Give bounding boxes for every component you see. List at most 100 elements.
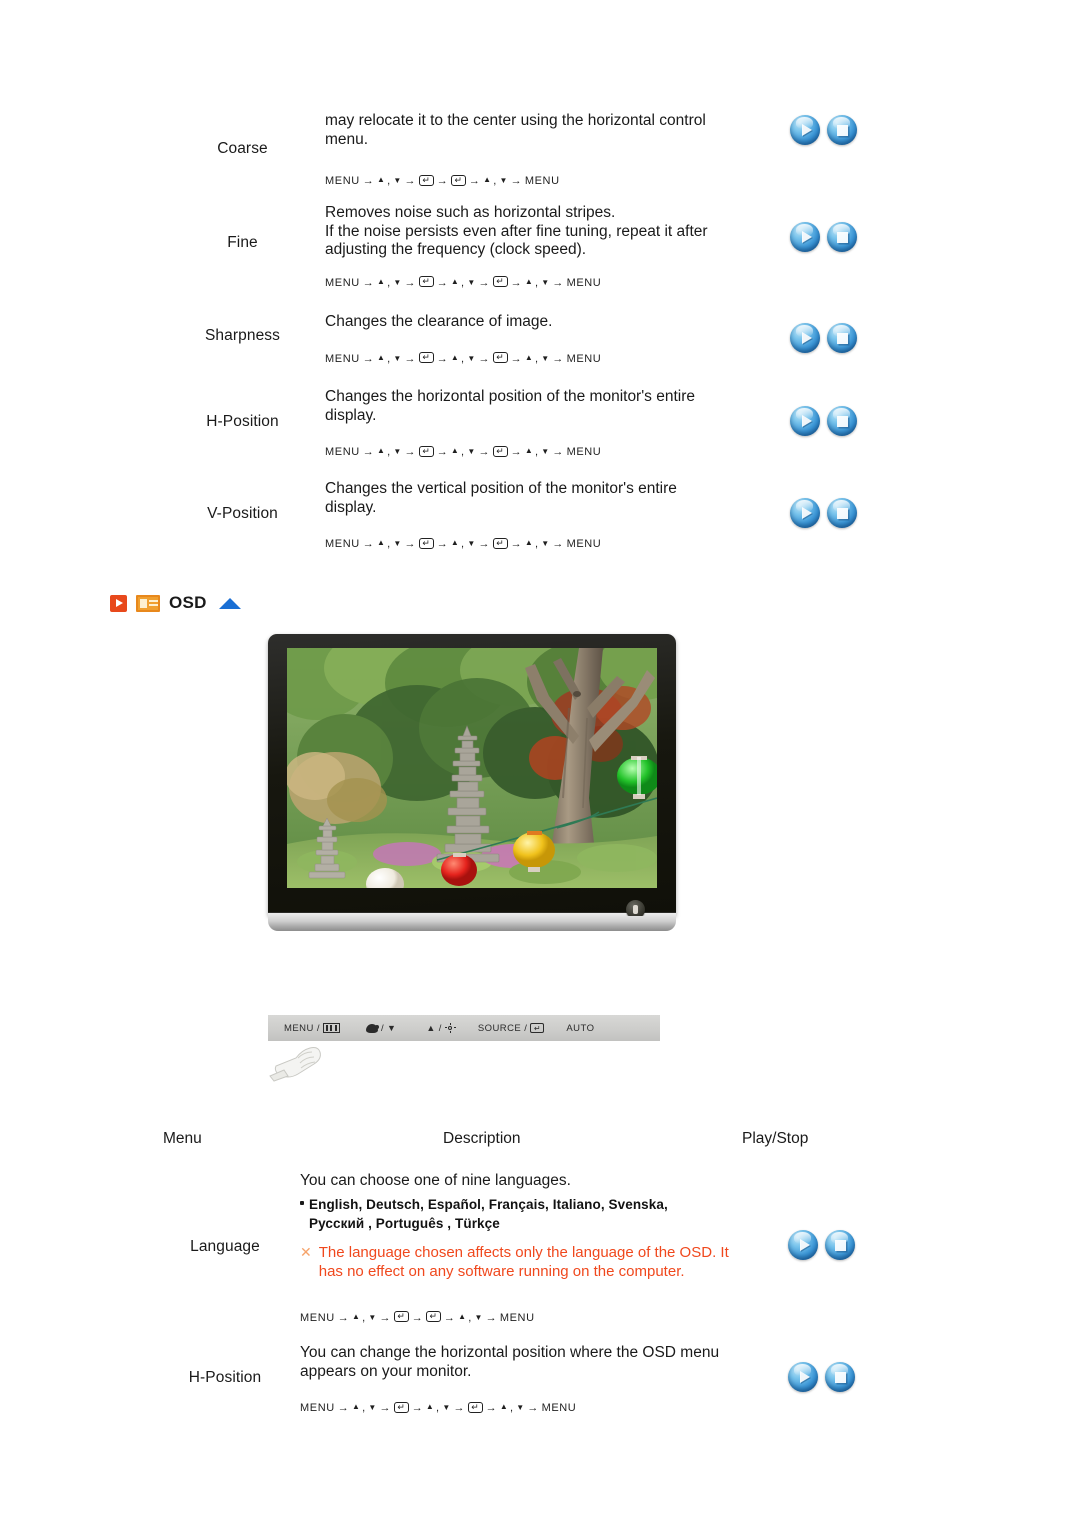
description-line: display. [325, 498, 377, 516]
hand-pointer-icon [268, 1040, 328, 1082]
power-button[interactable] [626, 900, 645, 916]
warning-x-icon: ✕ [300, 1243, 312, 1260]
stop-button[interactable] [827, 115, 857, 145]
column-header-description: Description [443, 1130, 521, 1147]
monitor-illustration [268, 634, 676, 939]
menu-label-coarse: Coarse [217, 140, 268, 157]
play-button[interactable] [790, 323, 820, 353]
table-row: H-Position You can change the horizontal… [150, 1344, 908, 1415]
enter-key-icon: ↵ [418, 174, 434, 186]
description-line: You can change the horizontal position w… [300, 1344, 720, 1361]
table-header: Menu Description Play/Stop [0, 1130, 1080, 1150]
menu-label-v-position: V-Position [207, 505, 278, 522]
control-auto[interactable]: AUTO [566, 1023, 594, 1034]
brightness-sun-icon [444, 1022, 456, 1034]
monitor-control-strip: MENU / / ▼ ▲ / SOURCE / ↵ AUTO [268, 1015, 660, 1041]
enter-key-icon: ↵ [492, 352, 508, 363]
up-triangle-icon[interactable] [218, 597, 241, 609]
description-line: Changes the clearance of image. [325, 313, 553, 330]
control-sep: / [438, 1022, 442, 1034]
play-button[interactable] [788, 1230, 818, 1260]
section-title: OSD [169, 593, 207, 612]
menu-label-sharpness: Sharpness [204, 327, 280, 344]
control-brightness-up[interactable]: ▲ / [426, 1022, 456, 1034]
enter-key-icon: ↵ [418, 537, 434, 549]
stop-button[interactable] [827, 406, 857, 436]
table-row: H-Position Changes the horizontal positi… [160, 388, 910, 459]
description-line: Changes the horizontal position of the m… [325, 388, 696, 405]
description-line: Changes the vertical position of the mon… [325, 480, 677, 497]
language-list-line: Русский , Português , Türkçe [309, 1215, 500, 1231]
key-sequence: MENU → ▲, ▼ → ↵ → ▲, ▼ → ↵ → ▲, ▼ → MENU [325, 537, 602, 550]
stop-button[interactable] [825, 1230, 855, 1260]
description-line: menu. [325, 130, 369, 148]
play-button[interactable] [790, 498, 820, 528]
description-line: If the noise persists even after fine tu… [325, 222, 708, 240]
monitor-bezel [268, 634, 676, 916]
column-header-play-stop: Play/Stop [742, 1130, 809, 1147]
description-line: may relocate it to the center using the … [325, 112, 706, 129]
key-sequence: MENU → ▲, ▼ → ↵ → ↵ → ▲, ▼ → MENU [300, 1311, 535, 1324]
menu-label-h-position: H-Position [206, 413, 279, 430]
menu-label-fine: Fine [227, 234, 258, 251]
key-sequence: MENU → ▲, ▼ → ↵ → ▲, ▼ → ↵ → ▲, ▼ → MENU [300, 1401, 577, 1414]
enter-key-icon: ↵ [492, 276, 508, 287]
key-sequence: MENU → ▲, ▼ → ↵ → ▲, ▼ → ↵ → ▲, ▼ → MENU [325, 352, 602, 365]
description-line: display. [325, 406, 377, 424]
play-button[interactable] [790, 222, 820, 252]
play-button[interactable] [788, 1362, 818, 1392]
garden-photo [287, 648, 657, 888]
description-line: You can choose one of nine languages. [300, 1172, 571, 1189]
control-menu[interactable]: MENU / [284, 1023, 340, 1034]
enter-key-icon: ↵ [418, 445, 434, 457]
description-line: Removes noise such as horizontal stripes… [325, 204, 616, 221]
control-auto-label: AUTO [566, 1022, 595, 1034]
menu-bars-icon [322, 1023, 340, 1033]
stop-button[interactable] [825, 1362, 855, 1392]
enter-key-icon: ↵ [393, 1311, 409, 1322]
control-sep: / [380, 1022, 385, 1034]
table-row: Fine Removes noise such as horizontal st… [160, 204, 910, 290]
enter-key-icon: ↵ [530, 1023, 545, 1033]
key-sequence: MENU → ▲, ▼ → ↵ → ↵ → ▲, ▼ → MENU [325, 174, 560, 187]
stop-button[interactable] [827, 323, 857, 353]
control-contrast-down[interactable]: / ▼ [365, 1022, 397, 1034]
language-warning: ✕ The language chosen affects only the l… [300, 1243, 750, 1281]
osd-panel-icon [136, 594, 160, 612]
menu-label-osd-h-position: H-Position [188, 1369, 262, 1386]
column-header-menu: Menu [163, 1130, 202, 1147]
osd-section-header: OSD [110, 593, 241, 613]
enter-key-icon: ↵ [425, 1311, 441, 1322]
up-triangle-icon: ▲ [426, 1022, 436, 1033]
play-square-icon [110, 594, 127, 612]
enter-key-icon: ↵ [418, 276, 434, 287]
stop-button[interactable] [827, 222, 857, 252]
enter-key-icon: ↵ [418, 352, 434, 363]
play-button[interactable] [790, 406, 820, 436]
enter-key-icon: ↵ [492, 537, 508, 549]
enter-key-icon: ↵ [450, 174, 466, 186]
menu-label-language: Language [190, 1238, 260, 1255]
description-line: appears on your monitor. [300, 1362, 472, 1380]
key-sequence: MENU → ▲, ▼ → ↵ → ▲, ▼ → ↵ → ▲, ▼ → MENU [325, 445, 602, 458]
table-row: Language You can choose one of nine lang… [150, 1172, 908, 1325]
warning-line: has no effect on any software running on… [318, 1262, 685, 1280]
enter-key-icon: ↵ [492, 445, 508, 457]
monitor-screen [287, 648, 657, 888]
language-list-line: English, Deutsch, Español, Français, Ita… [300, 1195, 750, 1214]
down-triangle-icon: ▼ [387, 1022, 397, 1033]
contrast-icon [365, 1023, 379, 1033]
key-sequence: MENU → ▲, ▼ → ↵ → ▲, ▼ → ↵ → ▲, ▼ → MENU [325, 276, 602, 289]
control-source-label: SOURCE / [477, 1022, 528, 1034]
control-menu-label: MENU / [284, 1022, 320, 1034]
table-row: Sharpness Changes the clearance of image… [160, 313, 910, 366]
language-list-text: English, Deutsch, Español, Français, Ita… [309, 1196, 668, 1212]
table-row: Coarse may relocate it to the center usi… [160, 112, 910, 188]
control-source[interactable]: SOURCE / ↵ [478, 1023, 545, 1034]
play-button[interactable] [790, 115, 820, 145]
warning-line: The language chosen affects only the lan… [318, 1243, 729, 1261]
description-line: adjusting the frequency (clock speed). [325, 241, 587, 258]
table-row: V-Position Changes the vertical position… [160, 480, 910, 551]
stop-button[interactable] [827, 498, 857, 528]
manual-page: Coarse may relocate it to the center usi… [0, 0, 1080, 1528]
